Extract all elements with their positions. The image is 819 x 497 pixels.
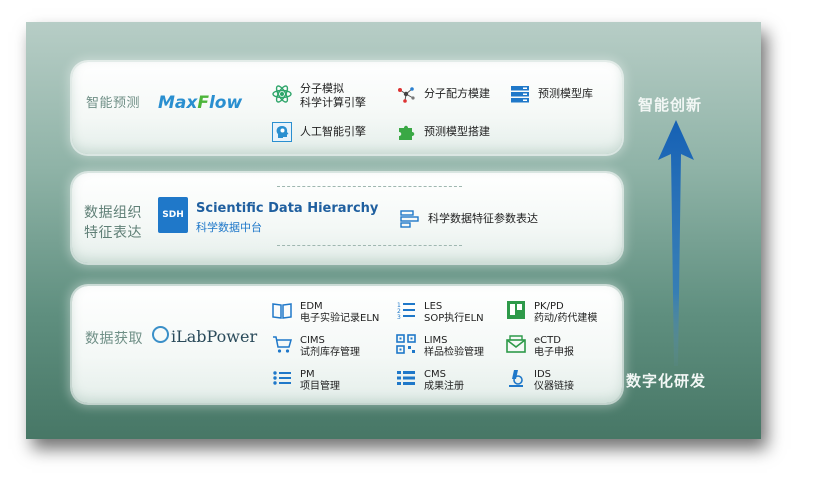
molecule-icon	[398, 87, 415, 103]
svg-text:3: 3	[397, 314, 401, 320]
ilab-ring-icon	[152, 326, 169, 343]
layer-label: 智能预测	[86, 96, 141, 111]
qr-icon	[396, 334, 416, 354]
envelope-icon	[506, 335, 526, 353]
layer-data-acquisition: 数据获取 iLabPower EDM 电子实验记录ELN 1 2 3 LES S…	[72, 286, 622, 403]
atom-icon	[272, 85, 292, 103]
layer-label: 数据获取	[85, 331, 143, 347]
diagram-canvas: 智能预测 MaxFlow 分子模拟 科学计算引擎 分子配方模建 预测模型库 人工…	[26, 22, 761, 439]
layer-data-organization: 数据组织 特征表达 SDH Scientific Data Hierarchy …	[72, 173, 622, 263]
list-icon	[273, 371, 291, 385]
divider	[277, 186, 462, 187]
book-icon	[272, 303, 292, 319]
sdh-logo-title: Scientific Data Hierarchy	[196, 201, 379, 216]
ai-head-icon	[272, 122, 292, 142]
microscope-icon	[509, 370, 523, 387]
list-alt-icon	[397, 371, 415, 385]
maxflow-logo: MaxFlow	[158, 93, 243, 113]
sdh-logo-mark: SDH	[158, 197, 188, 233]
sdh-logo-subtitle: 科学数据中台	[196, 221, 262, 234]
board-icon	[507, 301, 525, 319]
up-arrow-icon	[658, 120, 694, 366]
layer-intelligent-prediction: 智能预测 MaxFlow 分子模拟 科学计算引擎 分子配方模建 预测模型库 人工…	[72, 62, 622, 154]
feature-icon	[400, 210, 419, 228]
ilabpower-logo: iLabPower	[152, 326, 257, 346]
cart-icon	[273, 336, 292, 353]
puzzle-icon	[399, 125, 415, 140]
server-icon	[511, 86, 529, 103]
layer-label: 数据组织 特征表达	[84, 205, 142, 241]
digital-rd-label: 数字化研发	[626, 372, 707, 390]
numbered-list-icon: 1 2 3	[397, 302, 415, 320]
divider	[277, 245, 462, 246]
intelligent-innovation-label: 智能创新	[638, 96, 703, 114]
